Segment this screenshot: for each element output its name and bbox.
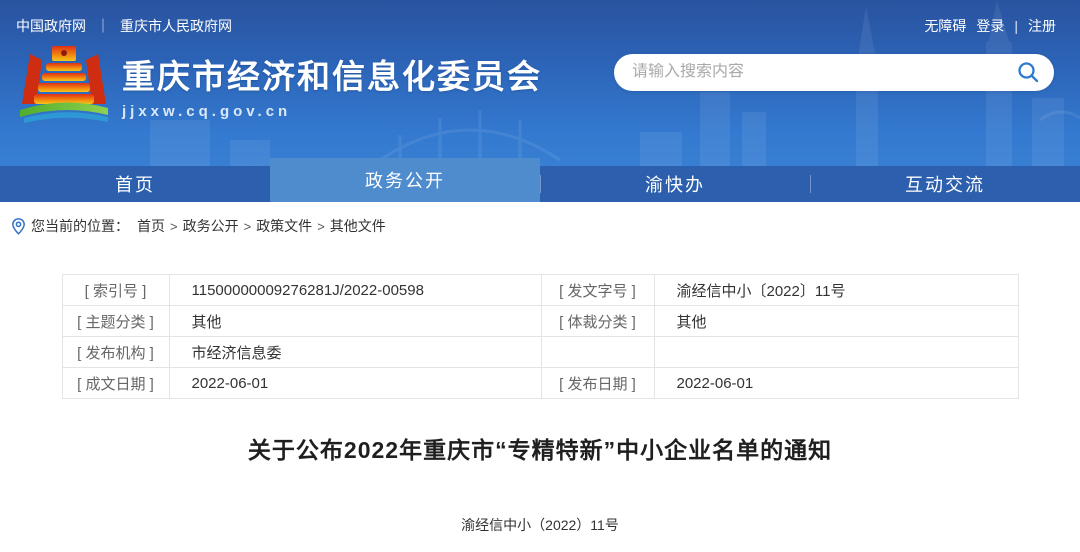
written-date-label: [ 成文日期 ] bbox=[62, 368, 169, 399]
login-link[interactable]: 登录 bbox=[976, 16, 1004, 36]
document-number-value: 渝经信中小〔2022〕11号 bbox=[654, 275, 1018, 306]
written-date-value: 2022-06-01 bbox=[169, 368, 541, 399]
breadcrumb-item-other-documents[interactable]: 其他文件 bbox=[330, 216, 386, 236]
genre-category-value: 其他 bbox=[654, 306, 1018, 337]
breadcrumb-separator: > bbox=[317, 219, 325, 234]
table-row: [ 主题分类 ] 其他 [ 体裁分类 ] 其他 bbox=[62, 306, 1018, 337]
nav-tab-interaction[interactable]: 互动交流 bbox=[810, 166, 1080, 202]
gov-links: 中国政府网 ｜ 重庆市人民政府网 bbox=[16, 16, 232, 36]
site-logo-icon bbox=[18, 44, 110, 126]
index-number-value: 11500000009276281J/2022-00598 bbox=[169, 275, 541, 306]
genre-category-label: [ 体裁分类 ] bbox=[541, 306, 654, 337]
brand-text: 重庆市经济和信息化委员会 jjxxw.cq.gov.cn bbox=[122, 50, 542, 120]
top-utility-bar: 中国政府网 ｜ 重庆市人民政府网 无障碍 登录 | 注册 bbox=[0, 0, 1080, 36]
publish-date-value: 2022-06-01 bbox=[654, 368, 1018, 399]
empty-value-cell bbox=[654, 337, 1018, 368]
brand-row: 重庆市经济和信息化委员会 jjxxw.cq.gov.cn bbox=[0, 36, 1080, 126]
nav-tab-government-affairs[interactable]: 政务公开 bbox=[270, 158, 540, 202]
breadcrumb-item-policy-documents[interactable]: 政策文件 bbox=[256, 216, 312, 236]
breadcrumb-item-government-affairs[interactable]: 政务公开 bbox=[183, 216, 239, 236]
top-bar-divider: ｜ bbox=[96, 16, 110, 36]
table-row: [ 发布机构 ] 市经济信息委 bbox=[62, 337, 1018, 368]
site-logo-link[interactable]: 重庆市经济和信息化委员会 jjxxw.cq.gov.cn bbox=[18, 44, 542, 126]
issuing-agency-label: [ 发布机构 ] bbox=[62, 337, 169, 368]
accessibility-link[interactable]: 无障碍 bbox=[924, 16, 966, 36]
document-info-table: [ 索引号 ] 11500000009276281J/2022-00598 [ … bbox=[62, 274, 1019, 399]
search-box[interactable] bbox=[614, 54, 1054, 91]
breadcrumb-separator: > bbox=[244, 219, 252, 234]
login-register-divider: | bbox=[1014, 18, 1018, 34]
site-title: 重庆市经济和信息化委员会 bbox=[122, 50, 542, 98]
issuing-agency-value: 市经济信息委 bbox=[169, 337, 541, 368]
document-number-label: [ 发文字号 ] bbox=[541, 275, 654, 306]
account-links: 无障碍 登录 | 注册 bbox=[924, 16, 1056, 36]
main-content: 您当前的位置： 首页 > 政务公开 > 政策文件 > 其他文件 [ 索引号 ] … bbox=[0, 202, 1080, 535]
search-button[interactable] bbox=[1016, 60, 1040, 84]
search-input[interactable] bbox=[632, 63, 1016, 81]
article-doc-number: 渝经信中小（2022）11号 bbox=[0, 515, 1080, 535]
subject-category-value: 其他 bbox=[169, 306, 541, 337]
nav-tab-yukuaiban[interactable]: 渝快办 bbox=[540, 166, 810, 202]
table-row: [ 索引号 ] 11500000009276281J/2022-00598 [ … bbox=[62, 275, 1018, 306]
empty-label-cell bbox=[541, 337, 654, 368]
subject-category-label: [ 主题分类 ] bbox=[62, 306, 169, 337]
nav-tab-home[interactable]: 首页 bbox=[0, 166, 270, 202]
breadcrumb-prefix: 您当前的位置： bbox=[31, 216, 129, 236]
search-icon bbox=[1016, 60, 1040, 84]
breadcrumb: 您当前的位置： 首页 > 政务公开 > 政策文件 > 其他文件 bbox=[0, 202, 1080, 248]
link-china-gov[interactable]: 中国政府网 bbox=[16, 16, 86, 36]
breadcrumb-separator: > bbox=[170, 219, 178, 234]
main-nav: 首页 政务公开 渝快办 互动交流 bbox=[0, 166, 1080, 202]
publish-date-label: [ 发布日期 ] bbox=[541, 368, 654, 399]
register-link[interactable]: 注册 bbox=[1028, 16, 1056, 36]
location-pin-icon bbox=[12, 218, 25, 235]
breadcrumb-item-home[interactable]: 首页 bbox=[137, 216, 165, 236]
site-header: 中国政府网 ｜ 重庆市人民政府网 无障碍 登录 | 注册 bbox=[0, 0, 1080, 202]
site-url: jjxxw.cq.gov.cn bbox=[122, 103, 542, 120]
table-row: [ 成文日期 ] 2022-06-01 [ 发布日期 ] 2022-06-01 bbox=[62, 368, 1018, 399]
link-chongqing-gov[interactable]: 重庆市人民政府网 bbox=[120, 16, 232, 36]
article-title: 关于公布2022年重庆市“专精特新”中小企业名单的通知 bbox=[0, 431, 1080, 465]
index-number-label: [ 索引号 ] bbox=[62, 275, 169, 306]
